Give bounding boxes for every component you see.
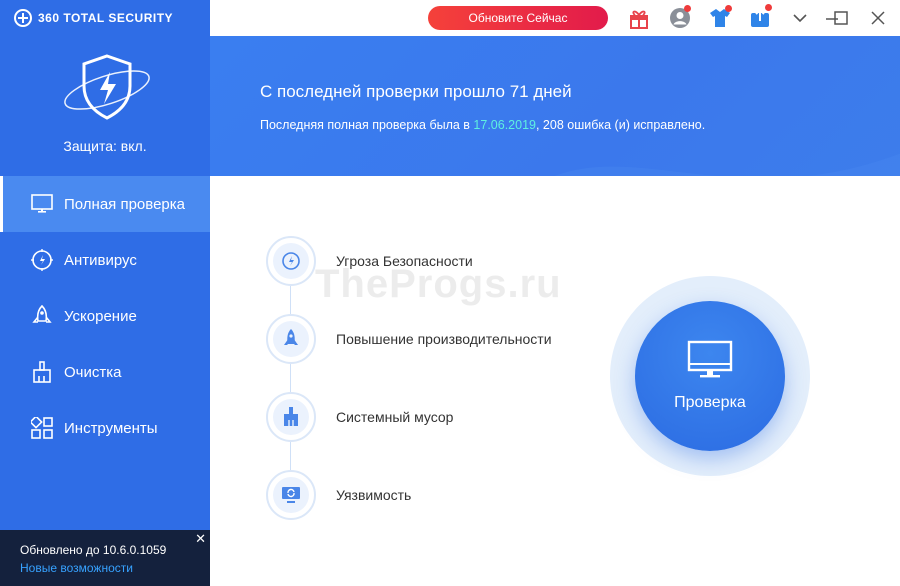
last-scan-title: С последней проверки прошло 71 дней [260,82,572,101]
step-security-threat: Угроза Безопасности [266,236,626,286]
sidebar-item-full-scan[interactable]: Полная проверка [0,176,210,232]
sidebar-item-label: Антивирус [64,251,137,269]
vulnerability-icon [273,477,309,513]
antivirus-icon [30,248,54,272]
scan-button[interactable]: Проверка [635,301,785,451]
sidebar: 360 TOTAL SECURITY Защита: вкл. Полная п… [0,0,210,586]
step-label: Угроза Безопасности [336,253,473,269]
close-icon[interactable]: ✕ [195,532,206,545]
sidebar-item-speedup[interactable]: Ускорение [0,288,210,344]
update-notice: Обновлено до 10.6.0.1059 Новые возможнос… [0,530,210,586]
step-performance: Повышение производительности [266,314,626,364]
brand-name: 360 TOTAL SECURITY [38,11,174,25]
plus-logo-icon [14,9,32,27]
shield-icon [64,54,150,120]
step-vulnerability: Уязвимость [266,470,626,520]
sidebar-item-label: Очистка [64,363,122,381]
protection-status: Защита: вкл. [63,138,147,154]
maximize-icon[interactable] [831,8,851,28]
threat-icon [273,243,309,279]
main-panel: TheProgs.ru Угроза Безопасности Повышени… [210,176,900,586]
skin-button[interactable] [709,5,732,30]
last-scan-date: 17.06.2019 [473,118,536,132]
tools-icon [30,416,54,440]
rocket-icon [273,321,309,357]
update-version-text: Обновлено до 10.6.0.1059 [20,543,167,557]
upgrade-now-button[interactable]: Обновите Сейчас [428,6,608,30]
status-banner: С последней проверки прошло 71 дней Посл… [210,36,900,176]
step-system-junk: Системный мусор [266,392,626,442]
step-label: Повышение производительности [336,331,552,347]
scan-button-label: Проверка [674,394,746,411]
last-scan-suffix: , 208 ошибка (и) исправлено. [535,118,706,132]
sidebar-item-antivirus[interactable]: Антивирус [0,232,210,288]
step-label: Системный мусор [336,409,454,425]
sidebar-item-label: Полная проверка [64,195,185,213]
gift-icon[interactable] [628,7,650,29]
menu-icon[interactable] [790,8,810,28]
whats-new-link[interactable]: Новые возможности [20,561,210,575]
last-scan-details: Последняя полная проверка была в 17.06.2… [260,118,705,132]
sidebar-item-label: Ускорение [64,307,137,325]
share-button[interactable] [749,4,772,29]
broom-icon [30,360,54,384]
close-icon[interactable] [868,8,888,28]
step-label: Уязвимость [336,487,412,503]
brand: 360 TOTAL SECURITY [14,8,173,28]
sidebar-item-label: Инструменты [64,419,158,437]
rocket-icon [30,304,54,328]
monitor-icon [30,192,54,216]
notification-dot [684,5,691,12]
notification-dot [765,4,772,11]
title-bar: Обновите Сейчас [210,0,900,36]
notification-dot [725,5,732,12]
sidebar-nav: Полная проверка Антивирус Ускорение Очис… [0,176,210,456]
last-scan-prefix: Последняя полная проверка была в [260,118,474,132]
sidebar-item-tools[interactable]: Инструменты [0,400,210,456]
sidebar-item-cleanup[interactable]: Очистка [0,344,210,400]
monitor-icon [687,340,733,378]
account-avatar[interactable] [669,5,691,29]
broom-icon [273,399,309,435]
